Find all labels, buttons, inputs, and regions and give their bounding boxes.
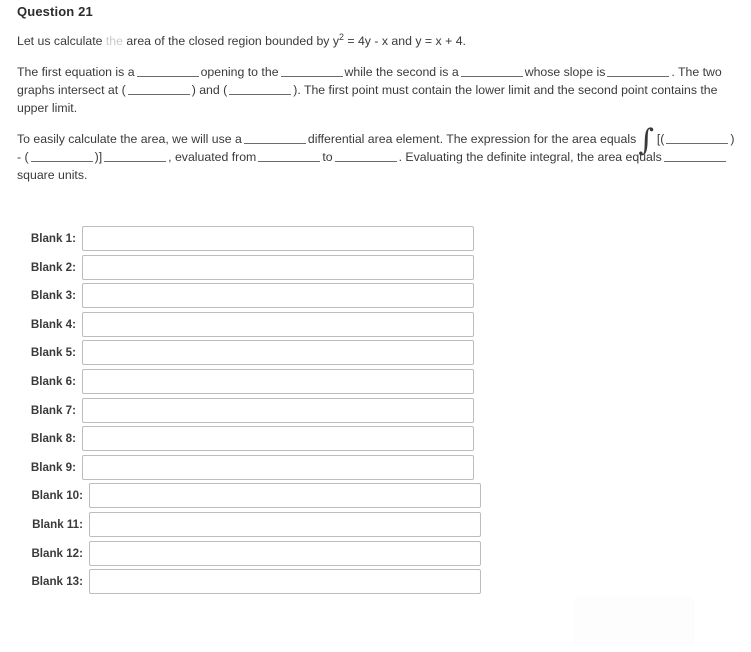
blank-input-6[interactable] — [82, 368, 474, 394]
p3-segment-6: , evaluated from — [168, 150, 257, 164]
blank-input-2[interactable] — [82, 254, 474, 280]
inline-blank-10 — [104, 149, 167, 162]
blank-label-13: Blank 13: — [31, 575, 83, 589]
inline-blank-6 — [229, 82, 292, 95]
inline-blank-4 — [607, 64, 670, 77]
inline-blank-5 — [127, 82, 190, 95]
blank-row: Blank 4: — [0, 311, 751, 337]
blank-label-6: Blank 6: — [30, 374, 76, 388]
blank-input-10[interactable] — [89, 483, 481, 509]
blank-label-2: Blank 2: — [30, 260, 76, 274]
intro-equation-tail: = 4y - x and y = x + 4. — [343, 34, 466, 48]
blank-row: Blank 11: — [0, 511, 751, 537]
inline-blank-13 — [663, 149, 726, 162]
blank-label-12: Blank 12: — [31, 546, 83, 560]
blank-label-4: Blank 4: — [30, 317, 76, 331]
blank-input-5[interactable] — [82, 340, 474, 366]
intro-text-before: Let us calculate — [17, 34, 106, 48]
blank-input-4[interactable] — [82, 311, 474, 337]
blank-input-13[interactable] — [89, 569, 481, 595]
p3-segment-5: )] — [94, 150, 103, 164]
p3-segment-3: [( — [656, 132, 665, 146]
blank-label-8: Blank 8: — [30, 432, 76, 446]
question-paragraph-three: To easily calculate the area, we will us… — [17, 123, 735, 183]
inline-blank-2 — [280, 64, 343, 77]
blank-label-11: Blank 11: — [32, 517, 83, 531]
p3-segment-9: square units. — [17, 168, 88, 182]
p3-segment-2: differential area element. The expressio… — [307, 132, 637, 146]
blank-label-1: Blank 1: — [30, 232, 76, 245]
blank-label-3: Blank 3: — [30, 289, 76, 303]
blank-row: Blank 12: — [0, 540, 751, 566]
blank-row: Blank 13: — [0, 569, 751, 595]
blank-label-5: Blank 5: — [30, 346, 76, 360]
inline-blank-8 — [666, 131, 729, 144]
p2-segment-5: . — [671, 65, 675, 79]
blank-row: Blank 9: — [0, 454, 751, 480]
blank-label-9: Blank 9: — [30, 460, 76, 474]
question-paragraph-two: The first equation is a opening to the whi… — [17, 63, 739, 117]
p3-segment-8: . Evaluating the definite integral, the … — [398, 150, 662, 164]
inline-blank-7 — [243, 131, 306, 144]
page-title: Question 21 — [17, 4, 93, 19]
blank-row: Blank 3: — [0, 283, 751, 309]
inline-blank-1 — [136, 64, 199, 77]
inline-blank-9 — [30, 149, 93, 162]
blank-input-8[interactable] — [82, 426, 474, 452]
p3-segment-7: to — [322, 150, 333, 164]
p3-segment-1: To easily calculate the area, we will us… — [17, 132, 242, 146]
blank-row: Blank 1: — [0, 226, 751, 251]
inline-blank-12 — [334, 149, 397, 162]
blank-input-11[interactable] — [89, 511, 481, 537]
blank-row: Blank 8: — [0, 426, 751, 452]
p2-segment-3: while the second is a — [344, 65, 459, 79]
answer-blanks-list: Blank 1: Blank 2: Blank 3: Blank 4: Blank 5:… — [0, 226, 751, 598]
blank-input-7[interactable] — [82, 397, 474, 423]
intro-faded-word: the — [105, 34, 123, 48]
blank-row: Blank 5: — [0, 340, 751, 366]
p2-segment-4: whose slope is — [524, 65, 606, 79]
p2-segment-7: ) and ( — [191, 83, 228, 97]
p2-segment-2: opening to the — [200, 65, 279, 79]
blank-input-9[interactable] — [82, 454, 474, 480]
watermark-overlay — [574, 597, 694, 645]
inline-blank-11 — [258, 149, 321, 162]
blank-row: Blank 6: — [0, 368, 751, 394]
blank-input-3[interactable] — [82, 283, 474, 309]
question-intro-paragraph: Let us calculate the area of the closed … — [17, 32, 739, 50]
question-panel: Question 21 Let us calculate the area of… — [0, 0, 751, 652]
p2-segment-1: The first equation is a — [17, 65, 135, 79]
blank-label-10: Blank 10: — [31, 489, 83, 503]
blank-row: Blank 10: — [0, 483, 751, 509]
blank-input-12[interactable] — [89, 540, 481, 566]
blank-row: Blank 2: — [0, 254, 751, 280]
blank-input-1[interactable] — [82, 226, 474, 251]
blank-row: Blank 7: — [0, 397, 751, 423]
intro-text-after: area of the closed region bounded by y — [122, 34, 340, 48]
inline-blank-3 — [460, 64, 523, 77]
blank-label-7: Blank 7: — [30, 403, 76, 417]
question-body: Let us calculate the area of the closed … — [17, 32, 739, 184]
